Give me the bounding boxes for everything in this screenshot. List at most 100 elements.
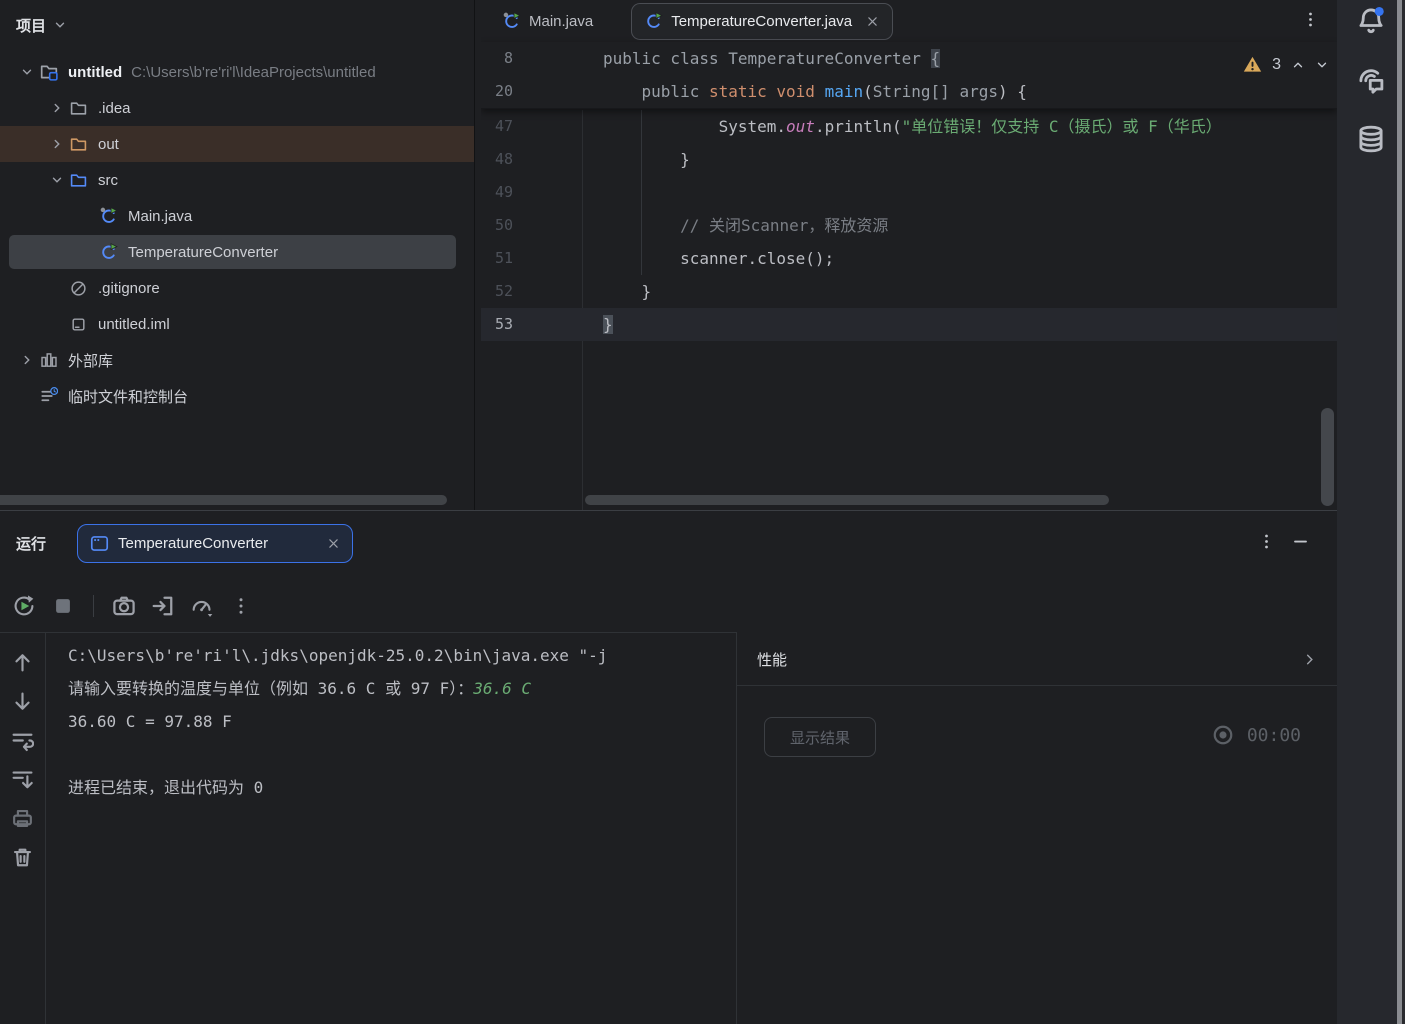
- project-folder-icon: [40, 63, 58, 81]
- project-tool-window: 项目 untitledC:\Users\b're'ri'l\IdeaProjec…: [0, 0, 475, 510]
- chev-right-icon[interactable]: [50, 101, 64, 115]
- tree-item-.idea[interactable]: .idea: [0, 90, 474, 126]
- attach-process-icon[interactable]: [151, 594, 175, 618]
- scroll-to-end-icon[interactable]: [11, 768, 34, 791]
- tree-item-label: untitled.iml: [98, 316, 170, 333]
- line-number: 47: [481, 110, 513, 143]
- tree-item-label: .idea: [98, 100, 131, 117]
- project-horizontal-scrollbar[interactable]: [0, 495, 447, 505]
- notifications-bell-icon[interactable]: [1355, 5, 1387, 37]
- ide-window: 项目 untitledC:\Users\b're'ri'l\IdeaProjec…: [0, 0, 1405, 1024]
- tree-item-label: TemperatureConverter: [128, 244, 278, 261]
- sticky-lines[interactable]: 8public class TemperatureConverter {20 p…: [481, 42, 1337, 109]
- tree-item-main.java[interactable]: Main.java: [0, 198, 474, 234]
- rerun-icon[interactable]: [12, 594, 36, 618]
- minimize-icon[interactable]: [1292, 533, 1309, 550]
- print-icon[interactable]: [11, 807, 34, 830]
- more-options-icon[interactable]: [1258, 533, 1275, 550]
- console-output[interactable]: C:\Users\b're'ri'l\.jdks\openjdk-25.0.2\…: [47, 639, 757, 1024]
- line-number: 51: [481, 242, 513, 275]
- soft-wrap-icon[interactable]: [11, 729, 34, 752]
- console-line: 36.60 C = 97.88 F: [68, 705, 757, 738]
- tree-item-label: 外部库: [68, 350, 113, 371]
- code-line-8[interactable]: 8public class TemperatureConverter {: [481, 42, 1337, 75]
- profiler-camera-icon[interactable]: [112, 594, 136, 618]
- code-line-48[interactable]: 48 }: [481, 143, 1337, 176]
- line-number: 49: [481, 176, 513, 209]
- line-number: 8: [481, 42, 513, 75]
- show-results-button[interactable]: 显示结果: [764, 717, 876, 757]
- performance-header[interactable]: 性能: [737, 633, 1337, 686]
- line-number: 53: [481, 308, 513, 341]
- run-content: C:\Users\b're'ri'l\.jdks\openjdk-25.0.2\…: [0, 633, 1337, 1024]
- inspections-widget[interactable]: 3: [1243, 55, 1329, 74]
- run-panel-title: 运行: [16, 533, 46, 554]
- code-line-52[interactable]: 52 }: [481, 275, 1337, 308]
- project-panel-header[interactable]: 项目: [0, 0, 474, 50]
- code-line-50[interactable]: 50 // 关闭Scanner，释放资源: [481, 209, 1337, 242]
- scroll-up-icon[interactable]: [11, 651, 34, 674]
- ai-assistant-icon[interactable]: [1355, 64, 1387, 96]
- tree-item-[interactable]: 临时文件和控制台: [0, 378, 474, 414]
- tree-item-label: 临时文件和控制台: [68, 386, 188, 407]
- more-options-icon[interactable]: [1302, 11, 1319, 28]
- tab-temperatureconverter-java[interactable]: TemperatureConverter.java: [631, 3, 893, 40]
- console-line: [68, 738, 757, 771]
- java-class-icon: [645, 12, 663, 30]
- warning-count: 3: [1272, 56, 1281, 74]
- java-class-main-icon: [100, 207, 118, 225]
- tree-item-label: untitled: [68, 64, 122, 81]
- scroll-down-icon[interactable]: [11, 690, 34, 713]
- chevron-right-icon[interactable]: [1302, 652, 1317, 667]
- chev-right-icon[interactable]: [50, 137, 64, 151]
- chev-down-icon[interactable]: [20, 65, 34, 79]
- tree-item-untitled.iml[interactable]: untitled.iml: [0, 306, 474, 342]
- tree-item-untitled[interactable]: untitledC:\Users\b're'ri'l\IdeaProjects\…: [0, 54, 474, 90]
- code-line-51[interactable]: 51 scanner.close();: [481, 242, 1337, 275]
- run-config-tab[interactable]: TemperatureConverter: [77, 524, 353, 563]
- clear-trash-icon[interactable]: [11, 846, 34, 869]
- code-line-49[interactable]: 49: [481, 176, 1337, 209]
- tab-main-java[interactable]: Main.java: [493, 12, 603, 30]
- line-number: 20: [481, 75, 513, 108]
- run-toolbar: [0, 579, 737, 633]
- tree-item-out[interactable]: out: [0, 126, 474, 162]
- tree-item-.gitignore[interactable]: .gitignore: [0, 270, 474, 306]
- project-panel-title: 项目: [16, 15, 46, 36]
- code-line-47[interactable]: 47 System.out.println("单位错误！仅支持 C（摄氏）或 F…: [481, 110, 1337, 143]
- code-line-20[interactable]: 20 public static void main(String[] args…: [481, 75, 1337, 108]
- chev-down-icon[interactable]: [50, 173, 64, 187]
- stop-icon[interactable]: [51, 594, 75, 618]
- tree-item-label: Main.java: [128, 208, 192, 225]
- tree-item-temperatureconverter[interactable]: TemperatureConverter: [0, 234, 474, 270]
- record-icon: [1212, 724, 1234, 746]
- more-kebab-icon[interactable]: [229, 594, 253, 618]
- close-icon[interactable]: [866, 15, 879, 28]
- line-number: 52: [481, 275, 513, 308]
- console-window-icon: [90, 534, 109, 553]
- tree-item-src[interactable]: src: [0, 162, 474, 198]
- module-file-icon: [70, 316, 87, 333]
- chevron-up-icon[interactable]: [1291, 58, 1305, 72]
- toolbar-divider: [93, 595, 94, 617]
- folder-icon: [70, 136, 87, 153]
- close-icon[interactable]: [327, 537, 340, 550]
- editor-tab-bar: Main.java TemperatureConverter.java: [481, 0, 1337, 42]
- timer-value: 00:00: [1247, 725, 1301, 746]
- chevron-down-icon[interactable]: [53, 18, 67, 32]
- console-line: 请输入要转换的温度与单位（例如 36.6 C 或 97 F）：36.6 C: [68, 672, 757, 705]
- line-number: 50: [481, 209, 513, 242]
- chev-right-icon[interactable]: [20, 353, 34, 367]
- code-line-53[interactable]: 53}: [481, 308, 1337, 341]
- folder-icon: [70, 172, 87, 189]
- editor-vertical-scrollbar[interactable]: [1321, 408, 1334, 506]
- run-panel-header: 运行 TemperatureConverter: [0, 511, 1337, 579]
- cpu-gauge-icon[interactable]: [190, 594, 214, 618]
- code-editor[interactable]: 47 System.out.println("单位错误！仅支持 C（摄氏）或 F…: [481, 110, 1337, 510]
- performance-title: 性能: [757, 649, 787, 670]
- editor-area: Main.java TemperatureConverter.java 3 8p…: [481, 0, 1337, 510]
- tree-item-[interactable]: 外部库: [0, 342, 474, 378]
- database-icon[interactable]: [1355, 123, 1387, 155]
- chevron-down-icon[interactable]: [1315, 58, 1329, 72]
- editor-horizontal-scrollbar[interactable]: [585, 495, 1109, 505]
